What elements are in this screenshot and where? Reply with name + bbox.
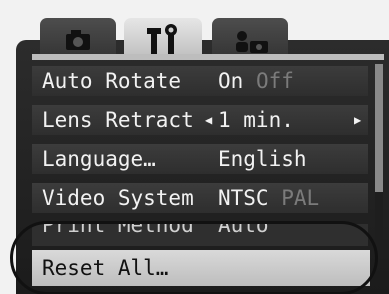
- menu-item-video-system[interactable]: Video System NTSC PAL: [32, 183, 368, 213]
- menu-item-auto-rotate[interactable]: Auto Rotate On Off: [32, 66, 368, 96]
- scrollbar-thumb[interactable]: [375, 64, 383, 192]
- highlight-ring: [10, 221, 378, 294]
- chevron-left-icon[interactable]: ◀: [205, 105, 212, 135]
- option-off: Off: [255, 69, 294, 93]
- menu-item-value[interactable]: NTSC PAL: [218, 183, 319, 213]
- option-pal: PAL: [281, 186, 320, 210]
- camera-menu-screen: Auto Rotate On Off Lens Retract ◀ 1 min.…: [0, 0, 389, 294]
- option-on: On: [218, 69, 244, 93]
- menu-item-lens-retract[interactable]: Lens Retract ◀ 1 min. ▶: [32, 105, 368, 135]
- menu-item-label: Lens Retract: [42, 108, 194, 132]
- menu-item-value[interactable]: On Off: [218, 66, 294, 96]
- menu-item-value: English: [218, 147, 307, 171]
- tab-underline: [32, 54, 384, 60]
- menu-item-label: Video System: [42, 186, 194, 210]
- menu-item-label: Auto Rotate: [42, 69, 182, 93]
- menu-item-value: 1 min.: [218, 108, 294, 132]
- menu-item-label: Language…: [42, 147, 156, 171]
- option-ntsc: NTSC: [218, 186, 269, 210]
- chevron-right-icon[interactable]: ▶: [354, 105, 361, 135]
- menu-item-language[interactable]: Language… English: [32, 144, 368, 174]
